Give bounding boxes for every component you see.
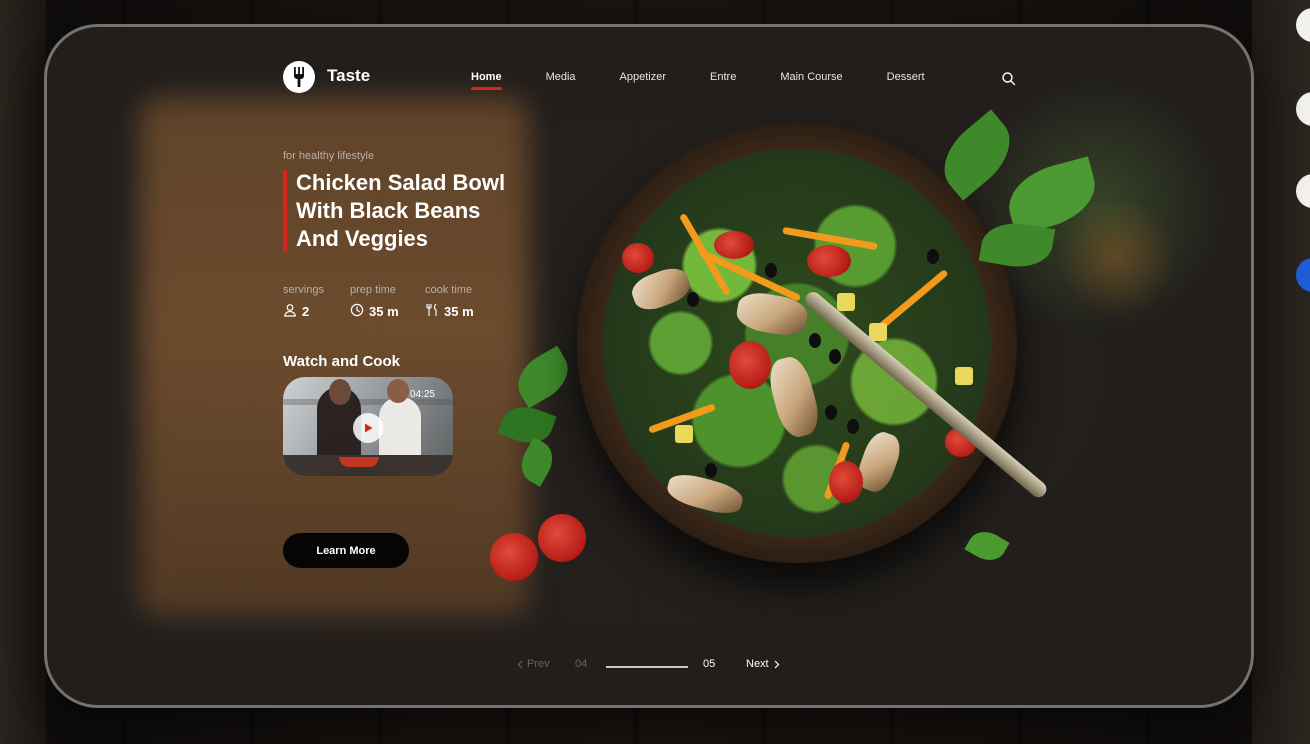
salad-image <box>603 149 991 537</box>
stat-servings: servings 2 <box>283 284 324 320</box>
black-bean <box>927 249 939 264</box>
prev-button[interactable]: Prev <box>517 658 550 670</box>
video-thumbnail[interactable]: 04:25 <box>283 377 453 476</box>
mango-cube <box>955 367 973 385</box>
parsley-garnish <box>964 524 1010 568</box>
recipe-title-line: And Veggies <box>296 226 429 251</box>
cherry-tomato <box>622 243 654 273</box>
stat-prep-time: prep time 35 m <box>350 284 399 320</box>
cherry-tomato <box>714 231 754 259</box>
stat-label: prep time <box>350 284 396 296</box>
page-number-previous: 04 <box>575 658 588 670</box>
stat-value-row: 35 m <box>350 303 399 320</box>
title-accent-bar <box>283 170 287 252</box>
nav-item-media[interactable]: Media <box>546 71 576 83</box>
black-bean <box>765 263 777 278</box>
nav-item-dessert[interactable]: Dessert <box>887 71 925 83</box>
cherry-tomato-half <box>538 514 586 562</box>
stat-value-row: 2 <box>283 303 324 320</box>
nav-item-home[interactable]: Home <box>471 71 502 90</box>
black-bean <box>809 333 821 348</box>
nav-item-entre[interactable]: Entre <box>710 71 736 83</box>
learn-more-button[interactable]: Learn More <box>283 533 409 568</box>
video-scene-head <box>387 379 409 403</box>
background-plank-left <box>0 0 46 744</box>
utensils-icon <box>425 303 444 320</box>
cherry-tomato <box>729 341 771 389</box>
black-bean <box>825 405 837 420</box>
stat-value: 35 m <box>444 304 474 319</box>
hero-card: Taste Home Media Appetizer Entre Main Co… <box>44 24 1254 708</box>
page-number-current: 05 <box>703 658 716 670</box>
fork-icon[interactable] <box>283 61 315 93</box>
video-scene-head <box>329 379 351 405</box>
search-icon[interactable] <box>1001 71 1017 87</box>
video-duration: 04:25 <box>409 389 435 400</box>
black-bean <box>687 292 699 307</box>
main-nav: Home Media Appetizer Entre Main Course D… <box>471 71 969 90</box>
hero-kicker: for healthy lifestyle <box>283 150 375 162</box>
recipe-title-line: With Black Beans <box>296 198 481 223</box>
nav-item-appetizer[interactable]: Appetizer <box>620 71 666 83</box>
stat-value: 2 <box>302 304 310 319</box>
brand-name[interactable]: Taste <box>327 66 370 86</box>
mango-cube <box>675 425 693 443</box>
stat-value: 35 m <box>369 304 399 319</box>
video-scene-bowl <box>339 457 379 467</box>
play-icon[interactable] <box>353 413 383 443</box>
stat-label: cook time <box>425 284 473 296</box>
stat-value-row: 35 m <box>425 303 474 320</box>
cherry-tomato <box>829 461 863 503</box>
black-bean <box>847 419 859 434</box>
recipe-title-line: Chicken Salad Bowl <box>296 170 506 195</box>
watch-section-title: Watch and Cook <box>283 353 400 370</box>
prev-label: Prev <box>527 658 550 670</box>
mango-cube <box>837 293 855 311</box>
next-label: Next <box>746 658 769 670</box>
chevron-right-icon <box>774 660 780 669</box>
stat-cook-time: cook time 35 m <box>425 284 474 320</box>
page-progress-bar <box>606 666 688 668</box>
clock-icon <box>350 303 369 320</box>
next-button[interactable]: Next <box>746 658 780 670</box>
user-icon <box>283 303 302 320</box>
black-bean <box>829 349 841 364</box>
black-bean <box>705 463 717 478</box>
cherry-tomato-half <box>490 533 538 581</box>
recipe-title: Chicken Salad Bowl With Black Beans And … <box>296 169 586 253</box>
page-progress-fill <box>606 666 688 668</box>
stat-label: servings <box>283 284 324 296</box>
chevron-left-icon <box>517 660 523 669</box>
cherry-tomato <box>807 245 851 277</box>
nav-item-main-course[interactable]: Main Course <box>780 71 842 83</box>
